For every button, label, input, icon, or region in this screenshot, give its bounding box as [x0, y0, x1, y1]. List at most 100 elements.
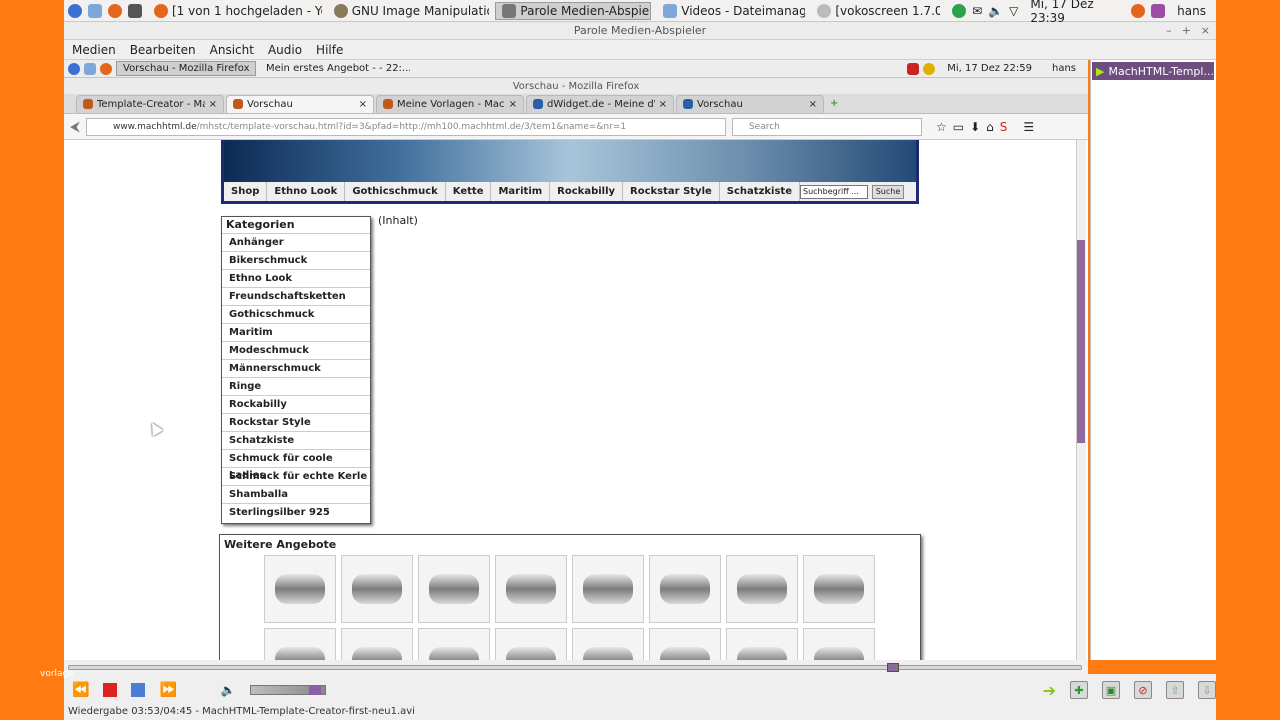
move-down-button[interactable]: ⇩: [1198, 681, 1216, 699]
close-tab-icon[interactable]: ×: [509, 99, 517, 110]
volume-icon[interactable]: 🔈: [988, 4, 1003, 18]
taskbar-item-parole[interactable]: Parole Medien-Abspieler: [495, 1, 652, 20]
category-item[interactable]: Bikerschmuck: [222, 251, 370, 269]
nav-shop[interactable]: Shop: [224, 182, 268, 201]
pause-icon[interactable]: [131, 683, 146, 697]
menu-icon[interactable]: [68, 3, 82, 18]
download-icon[interactable]: ⬇: [970, 120, 980, 134]
menu-ansicht[interactable]: Ansicht: [210, 43, 254, 57]
category-item[interactable]: Freundschaftsketten: [222, 287, 370, 305]
firefox-icon[interactable]: [1131, 3, 1146, 18]
mail-icon[interactable]: ✉: [972, 4, 982, 18]
addon-icon[interactable]: S: [1000, 120, 1008, 134]
url-field[interactable]: www.machhtml.de/mhstc/template-vorschau.…: [85, 117, 726, 136]
page-scrollbar-thumb[interactable]: [1077, 240, 1085, 443]
seek-bar[interactable]: [68, 665, 1082, 670]
nav-schatzkiste[interactable]: Schatzkiste: [720, 182, 800, 201]
tab-template-creator[interactable]: Template-Creator - Mac... ×: [76, 94, 224, 113]
site-search-button[interactable]: Suche: [872, 185, 904, 199]
category-item[interactable]: Sterlingsilber 925: [222, 503, 370, 521]
category-item[interactable]: Gothicschmuck: [222, 305, 370, 323]
product-thumbnail[interactable]: [495, 555, 567, 623]
category-item[interactable]: Modeschmuck: [222, 341, 370, 359]
home-icon[interactable]: ⌂: [986, 120, 994, 134]
nav-rockabilly[interactable]: Rockabilly: [550, 182, 624, 201]
nav-ethno-look[interactable]: Ethno Look: [267, 182, 346, 201]
close-tab-icon[interactable]: ×: [659, 99, 667, 110]
workspace-icon[interactable]: [1151, 3, 1166, 18]
rewind-icon[interactable]: ⏪: [72, 682, 89, 698]
category-item[interactable]: Ringe: [222, 377, 370, 395]
product-thumbnail[interactable]: [341, 628, 413, 660]
forward-icon[interactable]: ⏩: [159, 682, 176, 698]
menu-audio[interactable]: Audio: [268, 43, 302, 57]
menu-medien[interactable]: Medien: [72, 43, 116, 57]
product-thumbnail[interactable]: [264, 628, 336, 660]
volume-icon[interactable]: 🔈: [191, 683, 236, 697]
close-tab-icon[interactable]: ×: [209, 99, 217, 110]
product-thumbnail[interactable]: [649, 555, 721, 623]
category-item[interactable]: Ethno Look: [222, 269, 370, 287]
category-item[interactable]: Maritim: [222, 323, 370, 341]
move-up-button[interactable]: ⇧: [1166, 681, 1184, 699]
minimize-button[interactable]: –: [1166, 24, 1172, 37]
menu-bearbeiten[interactable]: Bearbeiten: [130, 43, 196, 57]
product-thumbnail[interactable]: [264, 555, 336, 623]
product-thumbnail[interactable]: [803, 555, 875, 623]
clipboard-icon[interactable]: ▭: [953, 120, 964, 134]
volume-handle[interactable]: [309, 685, 322, 695]
terminal-icon[interactable]: [128, 3, 142, 18]
site-search-input[interactable]: Suchbegriff ...: [800, 185, 868, 199]
tab-vorschau[interactable]: Vorschau ×: [226, 94, 374, 113]
record-icon[interactable]: [952, 3, 967, 18]
category-item[interactable]: Rockstar Style: [222, 413, 370, 431]
nav-gothicschmuck[interactable]: Gothicschmuck: [345, 182, 446, 201]
product-thumbnail[interactable]: [341, 555, 413, 623]
category-item[interactable]: Rockabilly: [222, 395, 370, 413]
save-playlist-button[interactable]: ▣: [1102, 681, 1120, 699]
category-item[interactable]: Shamballa: [222, 485, 370, 503]
stop-icon[interactable]: [103, 683, 118, 697]
product-thumbnail[interactable]: [418, 555, 490, 623]
product-thumbnail[interactable]: [649, 628, 721, 660]
nav-kette[interactable]: Kette: [446, 182, 492, 201]
taskbar-item-upload[interactable]: [1 von 1 hochgeladen - Yo...: [148, 2, 322, 20]
product-thumbnail[interactable]: [495, 628, 567, 660]
bookmark-star-icon[interactable]: ☆: [928, 120, 947, 134]
wifi-icon[interactable]: ▽: [1009, 4, 1018, 18]
category-item[interactable]: Schmuck für echte Kerle: [222, 467, 370, 485]
product-thumbnail[interactable]: [418, 628, 490, 660]
category-item[interactable]: Schatzkiste: [222, 431, 370, 449]
category-item[interactable]: Männerschmuck: [222, 359, 370, 377]
tab-vorschau-2[interactable]: Vorschau ×: [676, 94, 824, 113]
hamburger-menu-icon[interactable]: ☰: [1013, 120, 1034, 134]
nav-rockstar-style[interactable]: Rockstar Style: [623, 182, 720, 201]
taskbar-item-gimp[interactable]: GNU Image Manipulatio...: [328, 2, 489, 20]
menu-hilfe[interactable]: Hilfe: [316, 43, 343, 57]
playlist-item[interactable]: ▶ MachHTML-Templ...: [1092, 62, 1214, 80]
volume-slider[interactable]: [249, 685, 326, 695]
close-tab-icon[interactable]: ×: [809, 99, 817, 110]
maximize-button[interactable]: +: [1182, 24, 1191, 37]
tab-meine-vorlagen[interactable]: Meine Vorlagen - Mach... ×: [376, 94, 524, 113]
tab-dwidget[interactable]: dWidget.de - Meine dW... ×: [526, 94, 674, 113]
product-thumbnail[interactable]: [726, 628, 798, 660]
back-icon[interactable]: ⮜: [70, 119, 80, 135]
seek-handle[interactable]: [887, 663, 900, 672]
fullscreen-arrow-icon[interactable]: ➔: [1043, 681, 1056, 700]
taskbar-item-files[interactable]: Videos - Dateimanager: [657, 2, 805, 20]
close-tab-icon[interactable]: ×: [359, 99, 367, 110]
search-input[interactable]: Search: [731, 117, 922, 136]
product-thumbnail[interactable]: [726, 555, 798, 623]
category-item[interactable]: Schmuck für coole Ladies: [222, 449, 370, 481]
close-button[interactable]: ×: [1201, 24, 1210, 37]
new-tab-icon[interactable]: +: [826, 98, 838, 109]
product-thumbnail[interactable]: [572, 628, 644, 660]
files-icon[interactable]: [88, 3, 102, 18]
product-thumbnail[interactable]: [572, 555, 644, 623]
product-thumbnail[interactable]: [803, 628, 875, 660]
category-item[interactable]: Anhänger: [222, 233, 370, 251]
firefox-icon[interactable]: [108, 3, 122, 18]
nav-maritim[interactable]: Maritim: [491, 182, 551, 201]
add-playlist-button[interactable]: ✚: [1070, 681, 1088, 699]
